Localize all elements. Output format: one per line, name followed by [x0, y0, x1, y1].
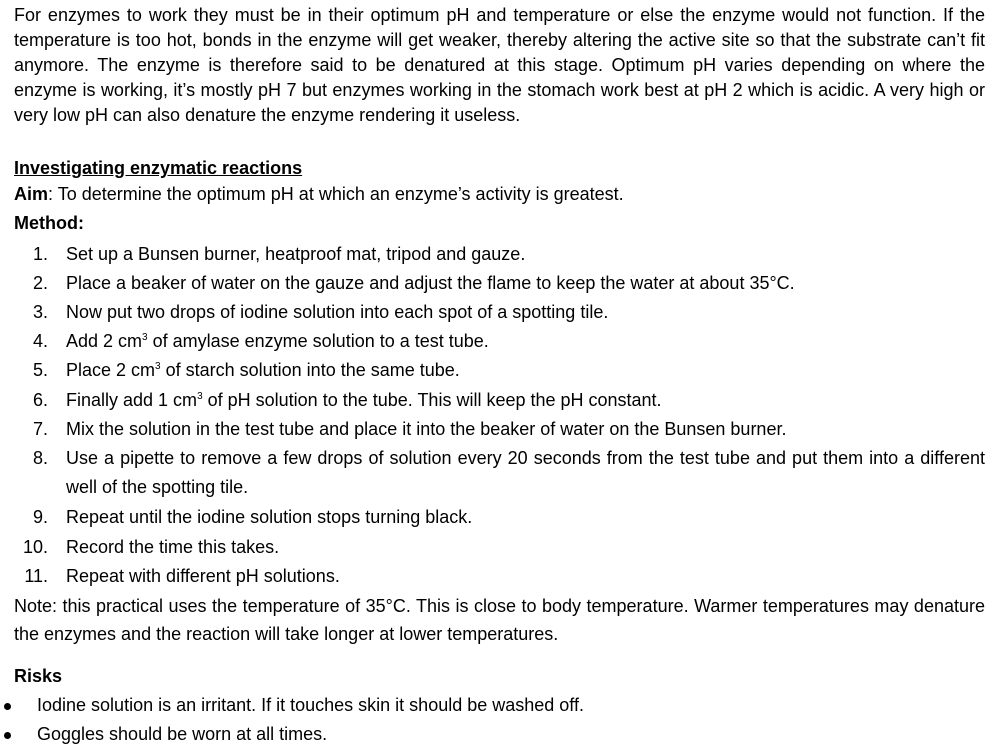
step-text: Repeat with different pH solutions.	[66, 566, 340, 586]
step-number: 5.	[32, 360, 48, 380]
step-number: 2.	[32, 273, 48, 293]
step-text: Now put two drops of iodine solution int…	[66, 302, 609, 322]
aim-label: Aim	[14, 184, 49, 204]
step-number: 10.	[22, 537, 48, 557]
method-step: 9. Repeat until the iodine solution stop…	[0, 505, 1002, 534]
method-step: 6. Finally add 1 cm3 of pH solution to t…	[0, 388, 1002, 417]
step-text: Add 2 cm3 of amylase enzyme solution to …	[66, 331, 489, 351]
aim-text: : To determine the optimum pH at which a…	[48, 184, 624, 204]
risks-heading: Risks	[14, 666, 63, 686]
step-text: Repeat until the iodine solution stops t…	[66, 507, 473, 527]
bullet-icon	[4, 732, 11, 739]
step-number: 1.	[32, 244, 48, 264]
step-text: Place a beaker of water on the gauze and…	[66, 273, 795, 293]
step-number: 6.	[32, 390, 48, 410]
step-text: Record the time this takes.	[66, 537, 280, 557]
intro-paragraph: For enzymes to work they must be in thei…	[14, 5, 985, 125]
step-text: Mix the solution in the test tube and pl…	[66, 419, 787, 439]
step-number: 8.	[32, 448, 48, 468]
method-step: 4. Add 2 cm3 of amylase enzyme solution …	[0, 329, 1002, 358]
risk-item: Iodine solution is an irritant. If it to…	[0, 693, 1002, 722]
step-number: 4.	[32, 331, 48, 351]
method-step: 11. Repeat with different pH solutions.	[0, 564, 1002, 593]
method-step: 2. Place a beaker of water on the gauze …	[0, 271, 1002, 300]
method-step: 7. Mix the solution in the test tube and…	[0, 417, 1002, 446]
method-step: 8. Use a pipette to remove a few drops o…	[0, 446, 1002, 504]
method-step: 3. Now put two drops of iodine solution …	[0, 300, 1002, 329]
method-step: 10. Record the time this takes.	[0, 535, 1002, 564]
step-text: Set up a Bunsen burner, heatproof mat, t…	[66, 244, 526, 264]
step-text: Use a pipette to remove a few drops of s…	[66, 448, 985, 497]
step-number: 7.	[32, 419, 48, 439]
risk-text: Iodine solution is an irritant. If it to…	[37, 695, 584, 715]
step-number: 3.	[32, 302, 48, 322]
risk-item: Goggles should be worn at all times.	[0, 722, 1002, 751]
section-heading: Investigating enzymatic reactions	[14, 158, 303, 178]
method-step: 1. Set up a Bunsen burner, heatproof mat…	[0, 242, 1002, 271]
risk-text: Goggles should be worn at all times.	[37, 724, 328, 744]
step-number: 11.	[24, 566, 48, 586]
aim-line: Aim: To determine the optimum pH at whic…	[14, 182, 624, 207]
method-step: 5. Place 2 cm3 of starch solution into t…	[0, 358, 1002, 387]
step-text: Place 2 cm3 of starch solution into the …	[66, 360, 460, 380]
method-label: Method:	[14, 213, 84, 233]
step-text: Finally add 1 cm3 of pH solution to the …	[66, 390, 662, 410]
document-page: For enzymes to work they must be in thei…	[0, 0, 1002, 753]
bullet-icon	[4, 703, 11, 710]
note-paragraph: Note: this practical uses the temperatur…	[14, 596, 985, 644]
step-number: 9.	[32, 507, 48, 527]
